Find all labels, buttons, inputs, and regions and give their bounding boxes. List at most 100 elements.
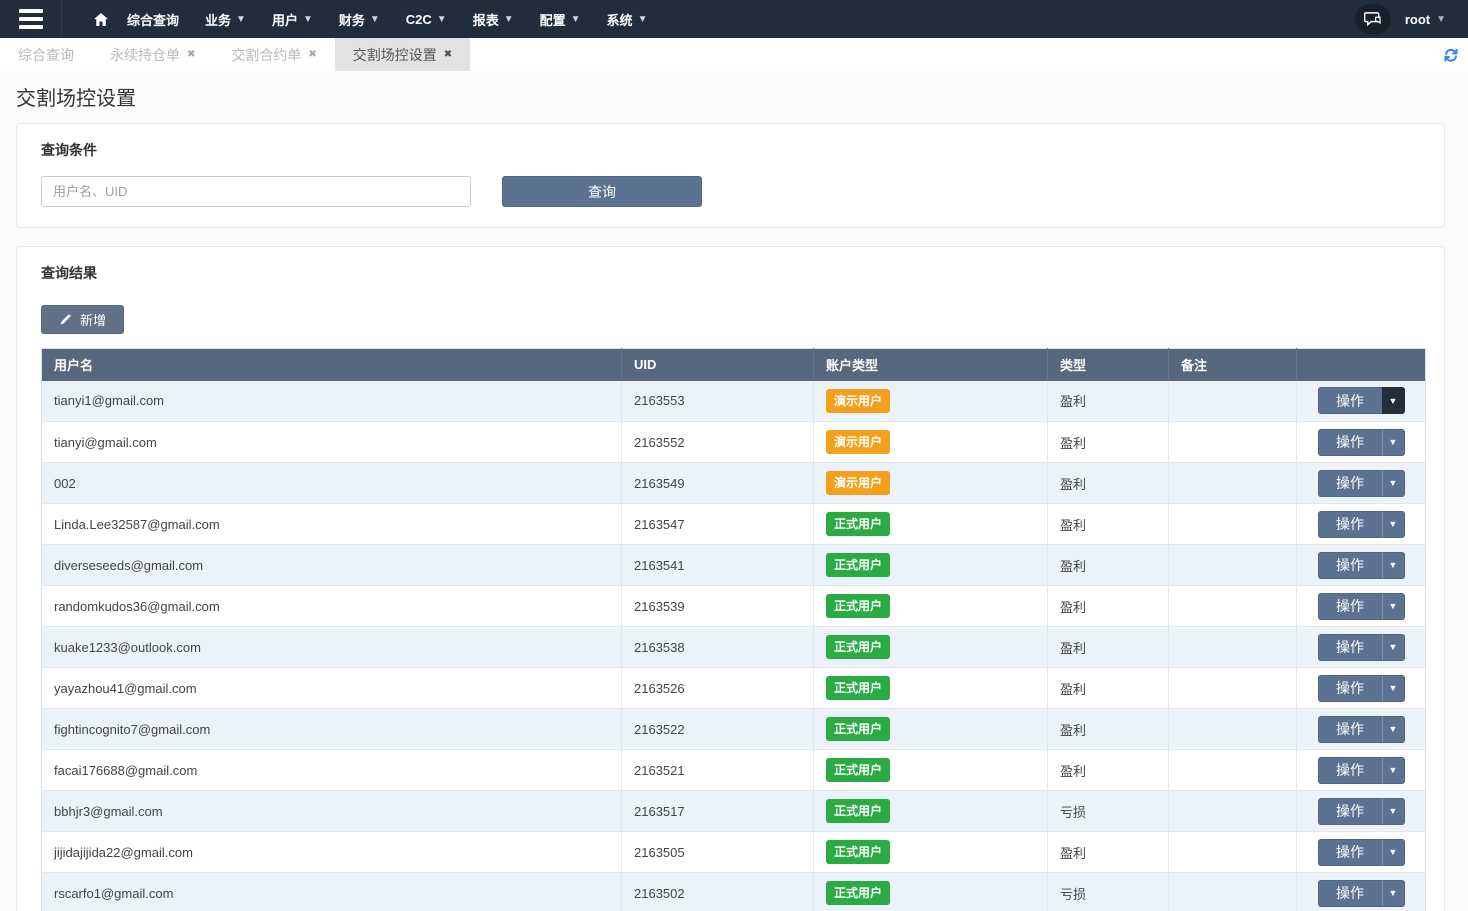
query-panel-title: 查询条件 xyxy=(41,140,1420,160)
action-dropdown-toggle[interactable]: ▼ xyxy=(1382,798,1405,825)
action-dropdown-toggle[interactable]: ▼ xyxy=(1382,839,1405,866)
table-row: rscarfo1@gmail.com 2163502 正式用户 亏损 操作 ▼ xyxy=(42,873,1426,911)
action-dropdown-toggle[interactable]: ▼ xyxy=(1382,757,1405,784)
nav-menu-item-label: 业务 xyxy=(205,10,231,29)
chevron-down-icon: ▼ xyxy=(437,14,447,25)
chevron-down-icon: ▼ xyxy=(638,14,648,25)
account-type-badge: 正式用户 xyxy=(826,717,890,741)
account-type-badge: 正式用户 xyxy=(826,676,890,700)
action-button[interactable]: 操作 xyxy=(1318,552,1382,579)
nav-menu-item[interactable]: 业务 ▼ xyxy=(192,0,259,38)
tab-label: 交割场控设置 xyxy=(353,45,437,65)
action-dropdown-toggle[interactable]: ▼ xyxy=(1382,716,1405,743)
action-button[interactable]: 操作 xyxy=(1318,634,1382,661)
table-header-row: 用户名 UID 账户类型 类型 备注 xyxy=(42,349,1426,381)
sidebar-toggle-icon[interactable] xyxy=(0,0,62,38)
action-button[interactable]: 操作 xyxy=(1318,757,1382,784)
home-icon[interactable] xyxy=(80,0,114,38)
username-cell: kuake1233@outlook.com xyxy=(42,627,622,668)
note-cell xyxy=(1169,381,1297,422)
type-cell: 盈利 xyxy=(1048,750,1169,791)
nav-menu-item-label: 用户 xyxy=(272,10,298,29)
nav-menu-item-label: 综合查询 xyxy=(127,10,179,29)
note-cell xyxy=(1169,668,1297,709)
action-dropdown-toggle[interactable]: ▼ xyxy=(1382,593,1405,620)
chat-icon xyxy=(1364,12,1382,26)
action-button[interactable]: 操作 xyxy=(1318,511,1382,538)
refresh-icon[interactable] xyxy=(1440,44,1462,66)
nav-menu-item[interactable]: 用户 ▼ xyxy=(259,0,326,38)
action-button[interactable]: 操作 xyxy=(1318,675,1382,702)
search-button[interactable]: 查询 xyxy=(502,176,702,207)
action-button[interactable]: 操作 xyxy=(1318,429,1382,456)
results-panel-title: 查询结果 xyxy=(41,263,1420,283)
nav-menu-item[interactable]: C2C ▼ xyxy=(393,0,460,38)
table-row: facai176688@gmail.com 2163521 正式用户 盈利 操作… xyxy=(42,750,1426,791)
user-menu[interactable]: root ▼ xyxy=(1405,12,1446,27)
note-cell xyxy=(1169,545,1297,586)
username-cell: randomkudos36@gmail.com xyxy=(42,586,622,627)
action-button[interactable]: 操作 xyxy=(1318,716,1382,743)
actions-cell: 操作 ▼ xyxy=(1297,504,1426,545)
nav-menu-item-label: C2C xyxy=(406,12,432,27)
actions-cell: 操作 ▼ xyxy=(1297,627,1426,668)
col-header-note: 备注 xyxy=(1169,349,1297,381)
tab-label: 交割合约单 xyxy=(231,45,301,65)
action-button[interactable]: 操作 xyxy=(1318,839,1382,866)
chevron-down-icon: ▼ xyxy=(1436,14,1446,25)
action-dropdown-toggle[interactable]: ▼ xyxy=(1382,634,1405,661)
table-row: Linda.Lee32587@gmail.com 2163547 正式用户 盈利… xyxy=(42,504,1426,545)
action-button[interactable]: 操作 xyxy=(1318,387,1382,414)
action-button[interactable]: 操作 xyxy=(1318,593,1382,620)
username-cell: tianyi@gmail.com xyxy=(42,422,622,463)
action-dropdown-toggle[interactable]: ▼ xyxy=(1382,387,1405,414)
action-button[interactable]: 操作 xyxy=(1318,880,1382,907)
uid-cell: 2163521 xyxy=(622,750,814,791)
table-row: tianyi@gmail.com 2163552 演示用户 盈利 操作 ▼ xyxy=(42,422,1426,463)
actions-cell: 操作 ▼ xyxy=(1297,586,1426,627)
messages-button[interactable] xyxy=(1355,4,1391,34)
search-input[interactable] xyxy=(41,176,471,207)
nav-menu-item[interactable]: 综合查询 xyxy=(114,0,192,38)
home-icon xyxy=(94,13,108,26)
username-cell: jijidajijida22@gmail.com xyxy=(42,832,622,873)
close-icon[interactable]: ✖ xyxy=(187,50,195,60)
uid-cell: 2163505 xyxy=(622,832,814,873)
nav-menu-item[interactable]: 配置 ▼ xyxy=(527,0,594,38)
uid-cell: 2163538 xyxy=(622,627,814,668)
nav-menu-item[interactable]: 报表 ▼ xyxy=(460,0,527,38)
close-icon[interactable]: ✖ xyxy=(444,50,452,60)
action-button[interactable]: 操作 xyxy=(1318,470,1382,497)
tab[interactable]: 综合查询 xyxy=(0,38,92,71)
action-dropdown-toggle[interactable]: ▼ xyxy=(1382,429,1405,456)
app-window: 综合查询 业务 ▼ 用户 ▼ 财务 ▼ C2C ▼ 报表 ▼ 配置 ▼ 系统 ▼ xyxy=(0,0,1468,911)
tab[interactable]: 永续持仓单 ✖ xyxy=(92,38,213,71)
type-cell: 盈利 xyxy=(1048,709,1169,750)
tab[interactable]: 交割场控设置 ✖ xyxy=(335,38,470,71)
username-cell: Linda.Lee32587@gmail.com xyxy=(42,504,622,545)
add-button[interactable]: 新增 xyxy=(41,305,124,334)
actions-cell: 操作 ▼ xyxy=(1297,791,1426,832)
close-icon[interactable]: ✖ xyxy=(308,50,316,60)
action-dropdown-toggle[interactable]: ▼ xyxy=(1382,511,1405,538)
results-table: 用户名 UID 账户类型 类型 备注 tianyi1@gmail.com 216… xyxy=(41,348,1426,911)
chevron-down-icon: ▼ xyxy=(504,14,514,25)
type-cell: 盈利 xyxy=(1048,463,1169,504)
action-dropdown-toggle[interactable]: ▼ xyxy=(1382,470,1405,497)
type-cell: 盈利 xyxy=(1048,422,1169,463)
tab[interactable]: 交割合约单 ✖ xyxy=(213,38,334,71)
actions-cell: 操作 ▼ xyxy=(1297,545,1426,586)
username-cell: rscarfo1@gmail.com xyxy=(42,873,622,911)
action-dropdown-toggle[interactable]: ▼ xyxy=(1382,880,1405,907)
chevron-down-icon: ▼ xyxy=(370,14,380,25)
action-dropdown-toggle[interactable]: ▼ xyxy=(1382,675,1405,702)
action-dropdown-toggle[interactable]: ▼ xyxy=(1382,552,1405,579)
query-conditions-panel: 查询条件 查询 xyxy=(16,123,1445,228)
account-type-cell: 正式用户 xyxy=(814,791,1048,832)
user-name: root xyxy=(1405,12,1430,27)
nav-menu-item[interactable]: 财务 ▼ xyxy=(326,0,393,38)
action-button[interactable]: 操作 xyxy=(1318,798,1382,825)
account-type-badge: 正式用户 xyxy=(826,799,890,823)
nav-menu-item[interactable]: 系统 ▼ xyxy=(594,0,661,38)
uid-cell: 2163539 xyxy=(622,586,814,627)
